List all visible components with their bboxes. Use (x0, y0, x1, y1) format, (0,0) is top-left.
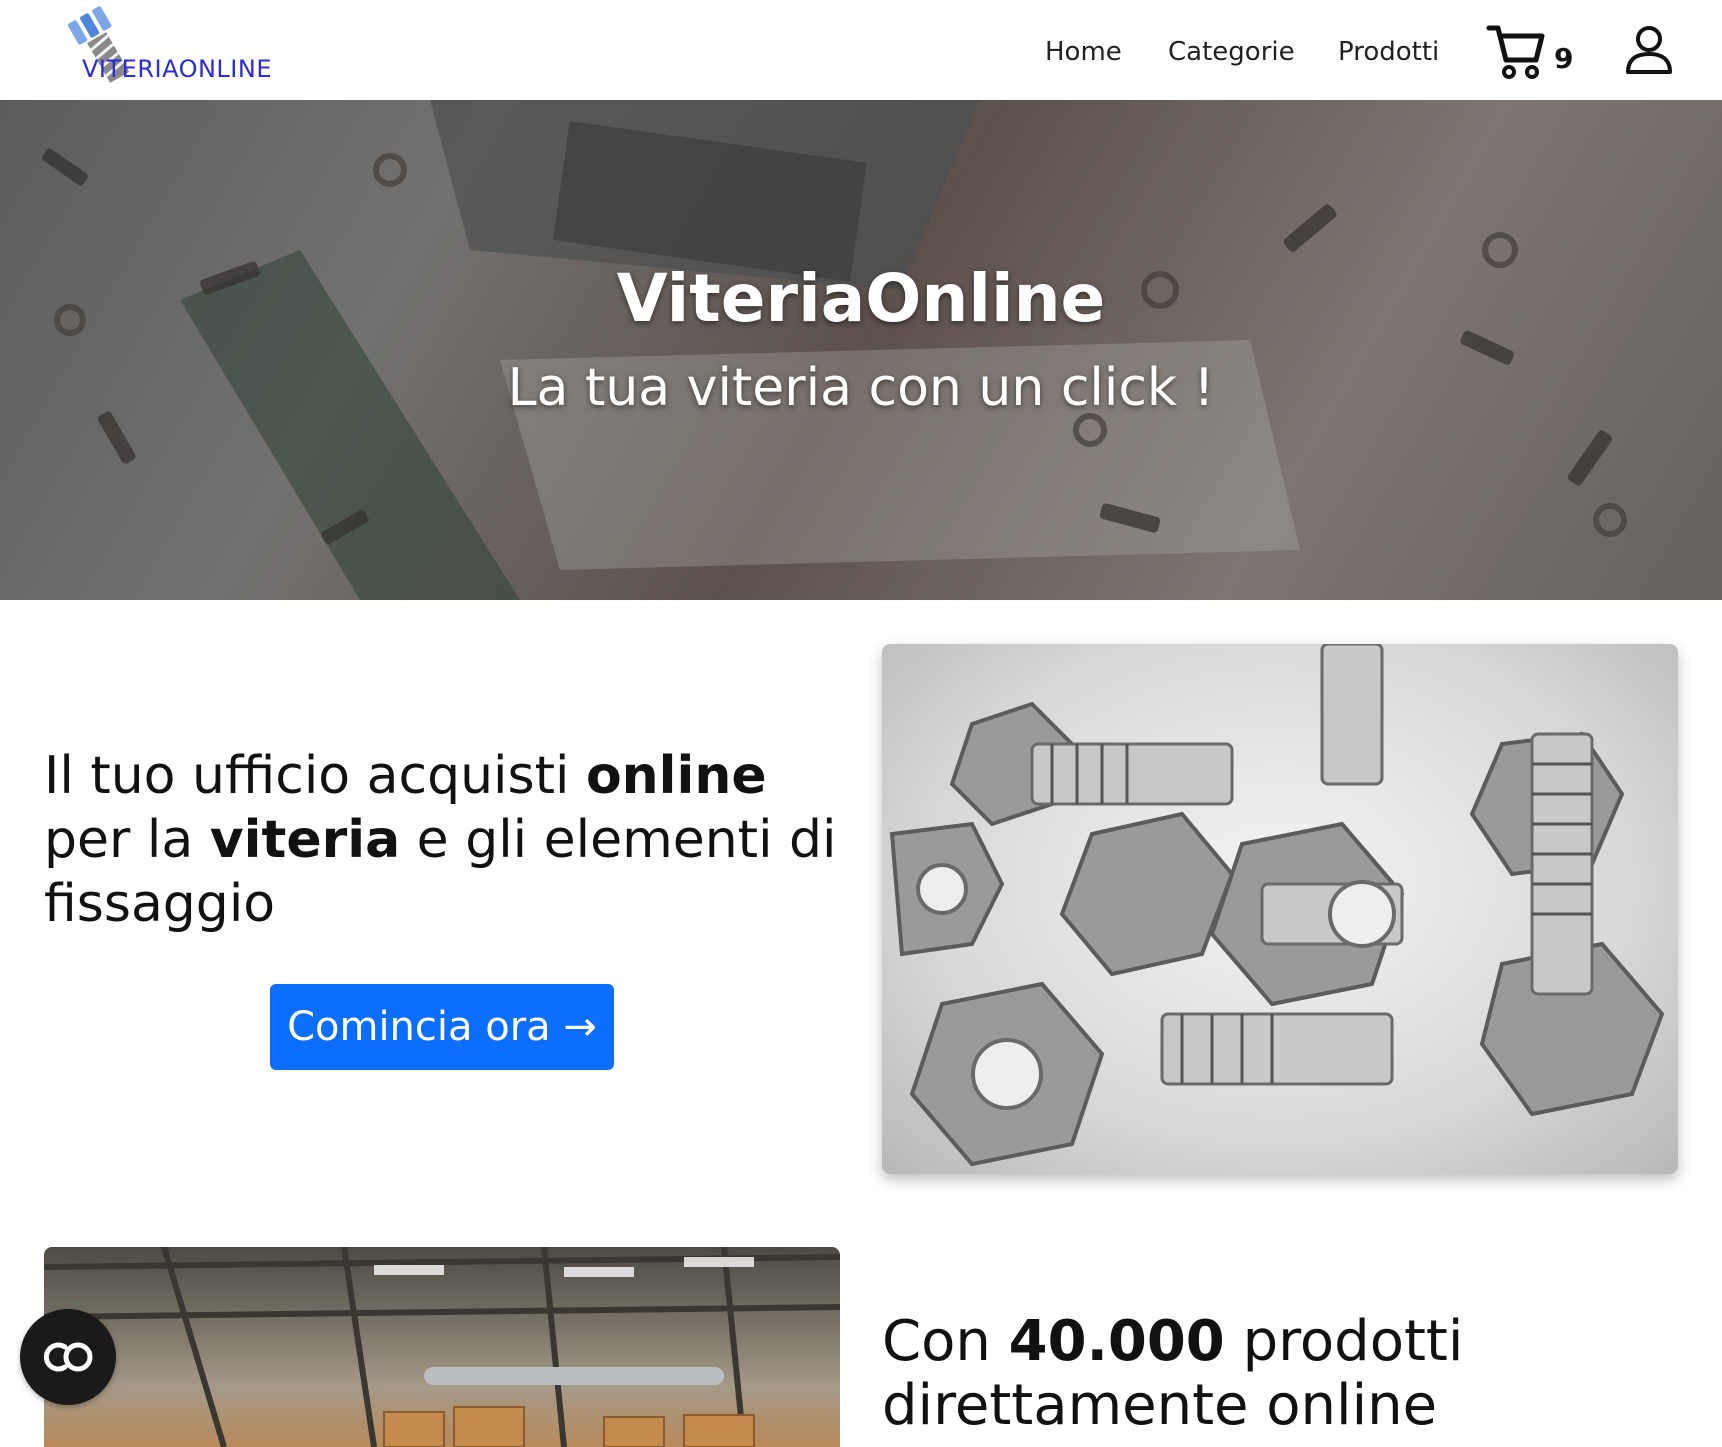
hero-title: ViteriaOnline (616, 260, 1106, 337)
bolts-image (882, 644, 1678, 1174)
site-header: VITERIAONLINE Home Categorie Prodotti 9 (0, 0, 1722, 100)
cart-button[interactable] (1486, 22, 1546, 82)
products-count: 40.000 (1008, 1309, 1225, 1374)
hero-banner: ViteriaOnline La tua viteria con un clic… (0, 100, 1722, 600)
cart-icon (1486, 25, 1545, 79)
site-logo[interactable]: VITERIAONLINE (45, 2, 345, 86)
cart-count-badge: 9 (1554, 42, 1574, 75)
products-headline: Con 40.000 prodotti direttamente online (882, 1310, 1682, 1438)
products-text-3: direttamente online (882, 1373, 1438, 1438)
nav-prodotti[interactable]: Prodotti (1338, 32, 1439, 72)
hero-overlay (0, 100, 1722, 600)
hero-subtitle: La tua viteria con un click ! (507, 358, 1215, 418)
intro-bold-viteria: viteria (209, 810, 401, 870)
account-button[interactable] (1624, 24, 1674, 76)
nav-categorie[interactable]: Categorie (1168, 32, 1295, 72)
intro-headline: Il tuo ufficio acquisti online per la vi… (44, 744, 844, 936)
accessibility-icon (43, 1342, 93, 1372)
logo-text: VITERIAONLINE (82, 55, 272, 83)
accessibility-button[interactable] (20, 1309, 116, 1405)
start-now-button[interactable]: Comincia ora → (270, 984, 614, 1070)
products-text-2: prodotti (1224, 1309, 1464, 1374)
bolts-illustration (889, 644, 1665, 1167)
warehouse-illustration (44, 1247, 840, 1447)
nav-home[interactable]: Home (1045, 32, 1122, 72)
products-text-1: Con (882, 1309, 1009, 1374)
intro-text-2: per la (44, 810, 210, 870)
user-icon (1626, 26, 1672, 74)
warehouse-image (44, 1247, 840, 1447)
intro-bold-online: online (585, 746, 767, 806)
intro-text-1: Il tuo ufficio acquisti (44, 746, 586, 806)
